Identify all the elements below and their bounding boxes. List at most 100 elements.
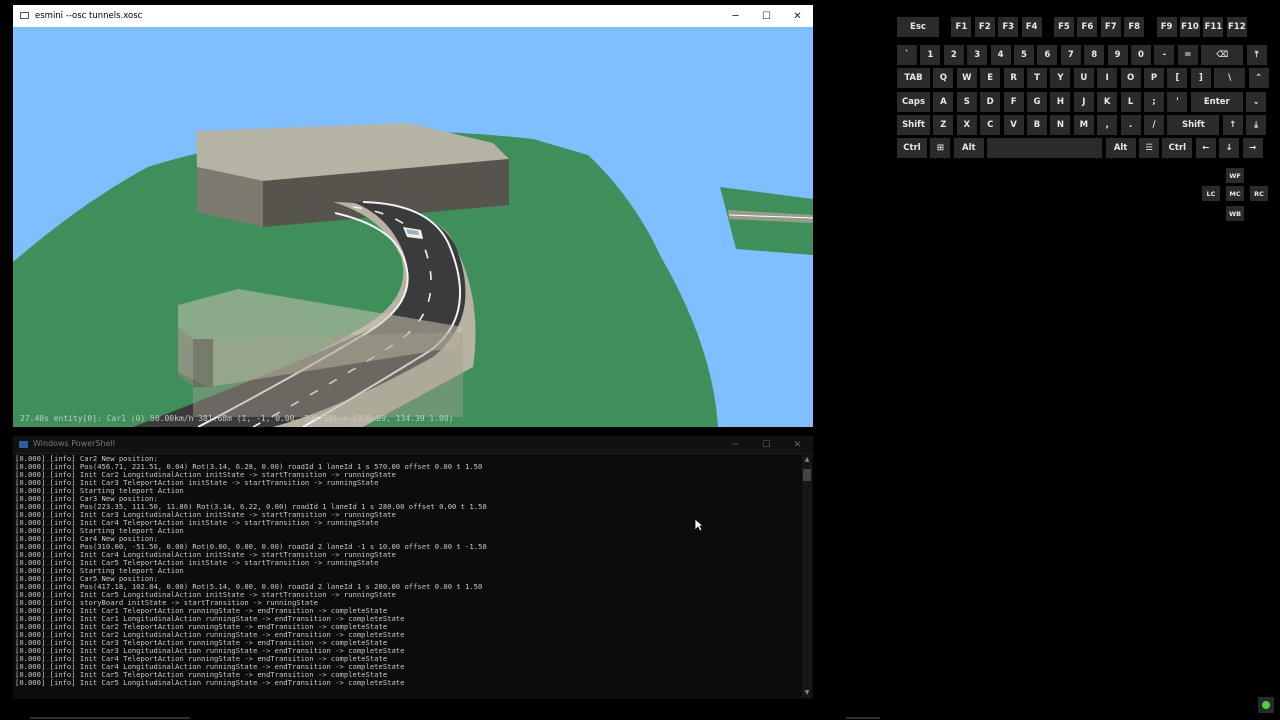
- powershell-titlebar[interactable]: Windows PowerShell ─ ☐ ✕: [13, 436, 813, 454]
- key-e[interactable]: E: [980, 68, 1001, 88]
- key-o[interactable]: O: [1120, 68, 1141, 88]
- mouse-key-left-click[interactable]: LC: [1202, 186, 1220, 201]
- console-output[interactable]: [0.000] [info] Car2 New position: [0.000]…: [15, 455, 801, 699]
- key-esc[interactable]: Esc: [897, 17, 939, 37]
- esmini-window[interactable]: esmini --osc tunnels.xosc ─ ☐ ✕ 27.40s e…: [13, 5, 813, 427]
- key-p[interactable]: P: [1144, 68, 1164, 88]
- key-ctrl-left[interactable]: Ctrl: [897, 138, 927, 158]
- key-tab[interactable]: TAB: [897, 68, 930, 88]
- powershell-window[interactable]: Windows PowerShell ─ ☐ ✕ [0.000] [info] …: [13, 436, 813, 699]
- key-b[interactable]: B: [1027, 115, 1047, 135]
- key-v[interactable]: V: [1003, 115, 1024, 135]
- key-z[interactable]: Z: [933, 115, 954, 135]
- key-f3[interactable]: F3: [998, 17, 1019, 37]
- scroll-up-icon[interactable]: ▲: [802, 455, 812, 465]
- mouse-key-wheel-forward[interactable]: WF: [1226, 168, 1244, 183]
- key-f4[interactable]: F4: [1021, 17, 1042, 37]
- mouse-key-middle-click[interactable]: MC: [1226, 186, 1244, 201]
- ps-maximize-button[interactable]: ☐: [751, 436, 782, 453]
- key-f12[interactable]: F12: [1226, 17, 1247, 37]
- key-q[interactable]: Q: [933, 68, 954, 88]
- key-f11[interactable]: F11: [1203, 17, 1224, 37]
- key-0[interactable]: 0: [1131, 45, 1151, 65]
- key-y[interactable]: Y: [1050, 68, 1071, 88]
- key-s[interactable]: S: [956, 92, 977, 112]
- ps-minimize-button[interactable]: ─: [720, 436, 751, 453]
- key-space[interactable]: [987, 138, 1103, 158]
- key-period[interactable]: .: [1120, 115, 1141, 135]
- key-page-up[interactable]: ⤒: [1246, 45, 1267, 65]
- key-alt-left[interactable]: Alt: [953, 138, 984, 158]
- key-f10[interactable]: F10: [1180, 17, 1200, 37]
- key-6[interactable]: 6: [1037, 45, 1058, 65]
- key-l[interactable]: L: [1120, 92, 1141, 112]
- key-i[interactable]: I: [1097, 68, 1118, 88]
- key-page-down[interactable]: ⤓: [1246, 115, 1267, 135]
- key-arrow-up[interactable]: ↑: [1222, 115, 1243, 135]
- scroll-thumb[interactable]: [803, 469, 811, 481]
- key-lbracket[interactable]: [: [1167, 68, 1188, 88]
- key-shift-left[interactable]: Shift: [897, 115, 930, 135]
- key-x[interactable]: X: [956, 115, 977, 135]
- ps-close-button[interactable]: ✕: [782, 436, 813, 453]
- key-arrow-right[interactable]: →: [1242, 138, 1263, 158]
- key-f2[interactable]: F2: [974, 17, 995, 37]
- key-r[interactable]: R: [1003, 68, 1024, 88]
- key-enter[interactable]: Enter: [1190, 92, 1243, 112]
- key-f7[interactable]: F7: [1100, 17, 1121, 37]
- key-u[interactable]: U: [1073, 68, 1094, 88]
- key-equals[interactable]: =: [1177, 45, 1198, 65]
- minimize-button[interactable]: ─: [720, 5, 751, 27]
- key-down-caret[interactable]: ⌄: [1246, 92, 1267, 112]
- key-g[interactable]: G: [1027, 92, 1047, 112]
- key-slash[interactable]: /: [1144, 115, 1164, 135]
- key-windows[interactable]: ⊞: [930, 138, 951, 158]
- key-semicolon[interactable]: ;: [1144, 92, 1164, 112]
- key-arrow-left[interactable]: ←: [1195, 138, 1216, 158]
- key-f[interactable]: F: [1003, 92, 1024, 112]
- scroll-down-icon[interactable]: ▼: [802, 688, 812, 698]
- key-backslash[interactable]: \: [1214, 68, 1246, 88]
- key-n[interactable]: N: [1050, 115, 1071, 135]
- key-f8[interactable]: F8: [1124, 17, 1145, 37]
- key-4[interactable]: 4: [990, 45, 1011, 65]
- key-arrow-down[interactable]: ↓: [1219, 138, 1240, 158]
- key-backspace[interactable]: ⌫: [1201, 45, 1244, 65]
- key-3[interactable]: 3: [967, 45, 988, 65]
- key-1[interactable]: 1: [920, 45, 941, 65]
- key-f6[interactable]: F6: [1077, 17, 1098, 37]
- key-c[interactable]: C: [980, 115, 1001, 135]
- key-f5[interactable]: F5: [1054, 17, 1074, 37]
- mouse-key-right-click[interactable]: RC: [1250, 186, 1268, 201]
- key-2[interactable]: 2: [943, 45, 964, 65]
- key-menu[interactable]: ☰: [1139, 138, 1159, 158]
- key-t[interactable]: T: [1027, 68, 1047, 88]
- status-indicator-icon[interactable]: [1258, 697, 1274, 713]
- maximize-button[interactable]: ☐: [751, 5, 782, 27]
- close-button[interactable]: ✕: [782, 5, 813, 27]
- key-j[interactable]: J: [1073, 92, 1094, 112]
- key-backtick[interactable]: `: [897, 45, 917, 65]
- key-d[interactable]: D: [980, 92, 1001, 112]
- key-9[interactable]: 9: [1107, 45, 1128, 65]
- key-m[interactable]: M: [1073, 115, 1094, 135]
- key-f9[interactable]: F9: [1156, 17, 1177, 37]
- key-5[interactable]: 5: [1014, 45, 1034, 65]
- key-k[interactable]: K: [1097, 92, 1118, 112]
- key-h[interactable]: H: [1050, 92, 1071, 112]
- key-w[interactable]: W: [956, 68, 977, 88]
- esmini-titlebar[interactable]: esmini --osc tunnels.xosc ─ ☐ ✕: [13, 5, 813, 27]
- simulation-viewport[interactable]: 27.40s entity[0]: Car1 (0) 50.00km/h 381…: [13, 27, 813, 427]
- key-quote[interactable]: ': [1167, 92, 1188, 112]
- mouse-key-wheel-back[interactable]: WB: [1226, 206, 1244, 221]
- key-alt-right[interactable]: Alt: [1105, 138, 1136, 158]
- key-up-caret[interactable]: ⌃: [1248, 68, 1269, 88]
- key-caps[interactable]: Caps: [897, 92, 930, 112]
- key-comma[interactable]: ,: [1097, 115, 1118, 135]
- key-f1[interactable]: F1: [951, 17, 972, 37]
- key-rbracket[interactable]: ]: [1190, 68, 1211, 88]
- key-7[interactable]: 7: [1060, 45, 1081, 65]
- key-shift-right[interactable]: Shift: [1167, 115, 1220, 135]
- key-a[interactable]: A: [933, 92, 954, 112]
- console-scrollbar[interactable]: ▲ ▼: [802, 455, 812, 698]
